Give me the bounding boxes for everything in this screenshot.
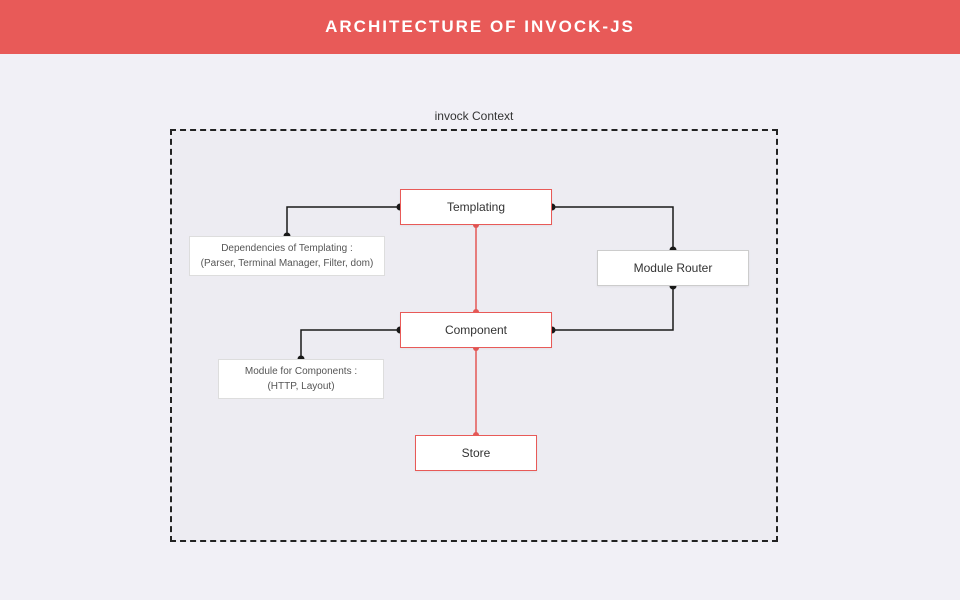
note-line: (Parser, Terminal Manager, Filter, dom) — [201, 256, 374, 271]
note-line: (HTTP, Layout) — [267, 379, 334, 394]
note-line: Dependencies of Templating : — [221, 241, 353, 256]
node-component: Component — [400, 312, 552, 348]
context-label: invock Context — [170, 109, 778, 123]
note-templating-deps: Dependencies of Templating : (Parser, Te… — [189, 236, 385, 276]
node-module-router: Module Router — [597, 250, 749, 286]
note-component-modules: Module for Components : (HTTP, Layout) — [218, 359, 384, 399]
node-templating: Templating — [400, 189, 552, 225]
node-store: Store — [415, 435, 537, 471]
note-line: Module for Components : — [245, 364, 357, 379]
header-bar: ARCHITECTURE OF INVOCK-JS — [0, 0, 960, 54]
diagram-canvas: invock Context Templating Component Stor… — [0, 54, 960, 600]
page-title: ARCHITECTURE OF INVOCK-JS — [325, 17, 635, 37]
